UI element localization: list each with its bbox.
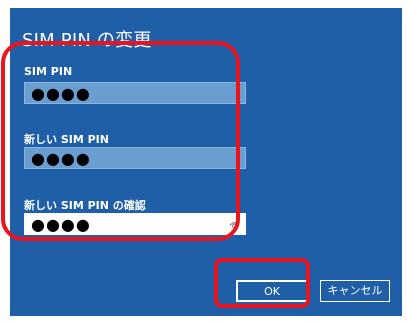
ok-highlight-annotation xyxy=(214,258,310,308)
cancel-button[interactable]: キャンセル xyxy=(320,280,390,302)
fields-highlight-annotation xyxy=(1,41,240,241)
